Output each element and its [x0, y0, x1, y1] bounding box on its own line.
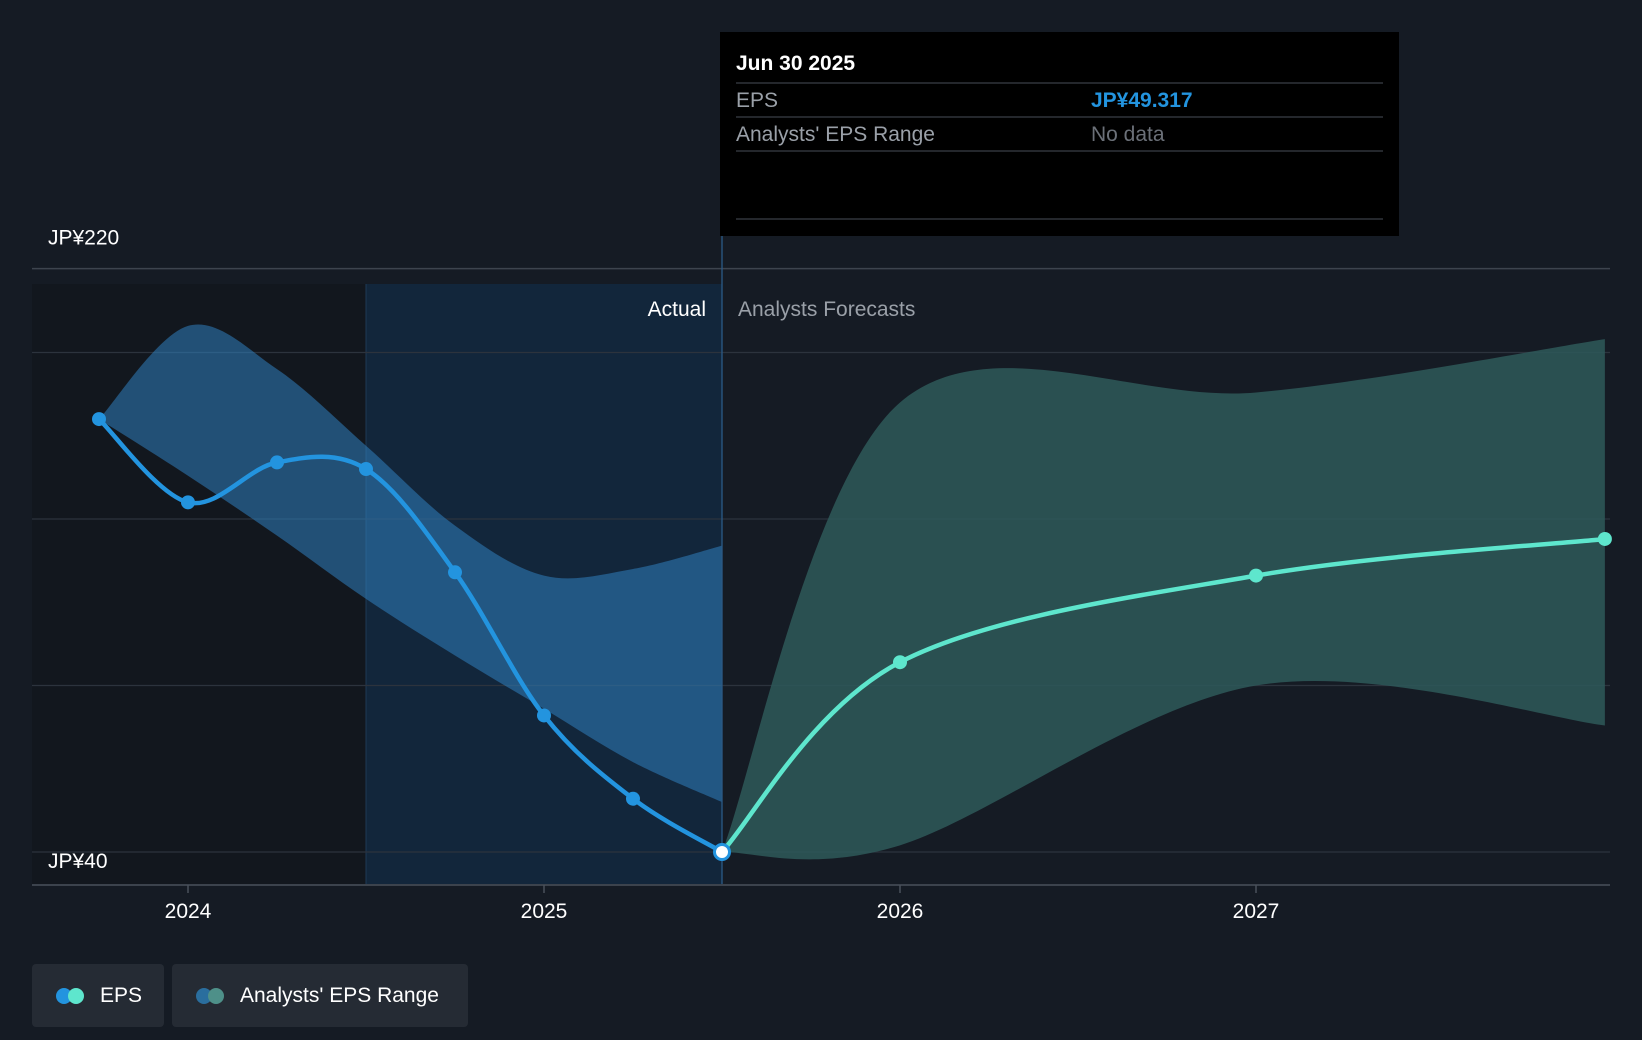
eps-actual-point-0	[92, 412, 106, 427]
tooltip-row-value-0: JP¥49.317	[1091, 89, 1193, 112]
tooltip-date: Jun 30 2025	[736, 52, 855, 75]
legend-label-eps: EPS	[100, 983, 143, 1007]
range-legend-icon	[196, 987, 230, 1005]
eps-actual-point-4	[448, 565, 462, 580]
legend-label-analysts-eps-range: Analysts' EPS Range	[240, 983, 439, 1007]
x-tick-label-2024: 2024	[165, 900, 212, 923]
eps-forecast-point-1	[893, 655, 907, 670]
eps-chart: 2024 2025 2026 2027 JP¥220 JP¥40 Actual Analyst…	[32, 32, 1612, 923]
actual-region-label: Actual	[648, 298, 706, 321]
eps-actual-point-5	[537, 708, 551, 723]
eps-legend-icon	[56, 987, 90, 1005]
eps-forecast-dot	[68, 987, 84, 1004]
eps-actual-point-3	[359, 462, 373, 477]
eps-forecast-point-3	[1597, 531, 1612, 546]
tooltip-row-label-0: EPS	[736, 89, 778, 112]
x-tick-label-2027: 2027	[1233, 900, 1280, 923]
x-tick-label-2026: 2026	[877, 900, 924, 923]
tooltip-row-label-1: Analysts' EPS Range	[736, 123, 935, 146]
eps-actual-point-2	[270, 455, 284, 470]
range-forecast-dot	[208, 987, 224, 1004]
y-tick-label-0: JP¥220	[48, 227, 119, 250]
eps-forecast-point-2	[1249, 568, 1263, 583]
eps-chart-widget: 2024 2025 2026 2027 JP¥220 JP¥40 Actual Analyst…	[0, 0, 1642, 1040]
eps-hover-point	[713, 843, 731, 861]
x-tick-label-2025: 2025	[521, 900, 568, 923]
eps-actual-point-6	[626, 791, 640, 806]
eps-actual-point-1	[181, 495, 195, 510]
legend-item-eps[interactable]: EPS	[32, 964, 164, 1027]
tooltip-row-value-1: No data	[1091, 123, 1165, 146]
range-band-forecast	[722, 339, 1605, 860]
forecast-region-label: Analysts Forecasts	[738, 298, 915, 321]
legend-item-analysts-eps-range[interactable]: Analysts' EPS Range	[172, 964, 468, 1027]
y-tick-label-1: JP¥40	[48, 850, 108, 873]
